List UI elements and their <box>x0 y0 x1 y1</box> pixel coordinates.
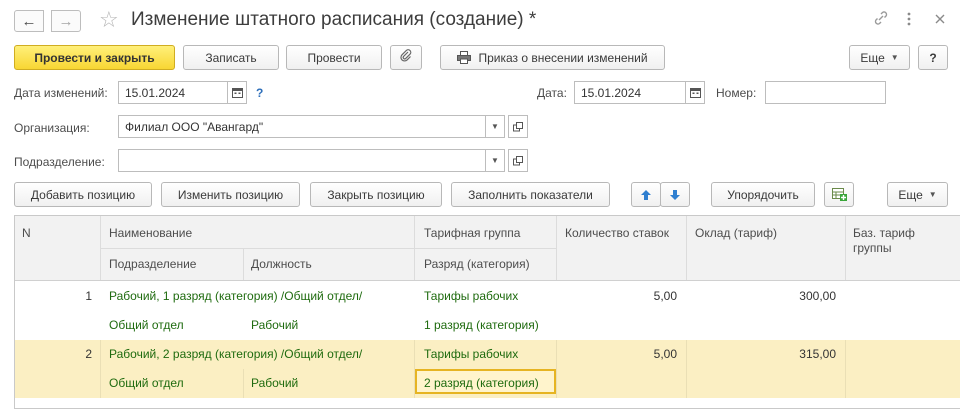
post-and-close-button[interactable]: Провести и закрыть <box>14 45 175 70</box>
save-button[interactable]: Записать <box>183 45 279 70</box>
help-button[interactable]: ? <box>918 45 948 70</box>
dropdown-arrow-icon: ▼ <box>890 53 899 62</box>
row-rate-count: 5,00 <box>653 289 677 303</box>
table-add-icon <box>831 188 847 201</box>
calendar-icon[interactable] <box>227 81 247 104</box>
col-header-position[interactable]: Должность <box>251 257 312 271</box>
row-department: Общий отдел <box>109 318 184 332</box>
row-grade: 1 разряд (категория) <box>424 318 539 332</box>
col-header-department[interactable]: Подразделение <box>109 257 196 271</box>
row-name: Рабочий, 2 разряд (категория) /Общий отд… <box>109 347 363 361</box>
organization-dropdown-icon[interactable]: ▼ <box>485 115 505 138</box>
col-header-rate-count[interactable]: Количество ставок <box>565 226 669 240</box>
table-row[interactable]: 1 Рабочий, 1 разряд (категория) /Общий о… <box>15 281 960 340</box>
date-calendar-icon[interactable] <box>685 81 705 104</box>
sort-button[interactable]: Упорядочить <box>711 182 815 207</box>
post-button[interactable]: Провести <box>286 45 382 70</box>
add-row-button[interactable] <box>824 182 854 207</box>
date-change-input[interactable]: 15.01.2024 <box>118 81 228 104</box>
forward-arrow-icon[interactable]: → <box>51 10 81 32</box>
table-row[interactable]: 2 Рабочий, 2 разряд (категория) /Общий о… <box>15 340 960 398</box>
arrow-down-icon <box>670 189 680 200</box>
change-order-button[interactable]: Приказ о внесении изменений <box>440 45 665 70</box>
organization-input[interactable]: Филиал ООО "Авангард" <box>118 115 486 138</box>
title-bar: ← → ☆ Изменение штатного расписания (соз… <box>0 0 960 42</box>
staff-table[interactable]: N Наименование Подразделение Должность Т… <box>14 215 960 409</box>
department-label: Подразделение: <box>14 155 105 169</box>
organization-label: Организация: <box>14 121 90 135</box>
row-number: 2 <box>85 347 92 361</box>
row-number: 1 <box>85 289 92 303</box>
row-tariff-group: Тарифы рабочих <box>424 289 519 303</box>
date-label: Дата: <box>537 86 567 100</box>
add-position-button[interactable]: Добавить позицию <box>14 182 152 207</box>
close-icon[interactable] <box>934 12 946 29</box>
more-button[interactable]: Еще ▼ <box>849 45 910 70</box>
date-help-icon[interactable]: ? <box>256 86 263 100</box>
row-position: Рабочий <box>251 318 299 332</box>
dropdown-arrow-icon: ▼ <box>928 190 937 199</box>
number-input[interactable] <box>765 81 886 104</box>
col-header-base-tariff-2[interactable]: группы <box>853 241 892 255</box>
col-header-grade[interactable]: Разряд (категория) <box>424 257 530 271</box>
row-name: Рабочий, 1 разряд (категория) /Общий отд… <box>109 289 363 303</box>
row-grade: 2 разряд (категория) <box>424 376 539 390</box>
page-title: Изменение штатного расписания (создание)… <box>131 9 537 30</box>
change-position-button[interactable]: Изменить позицию <box>161 182 300 207</box>
date-change-label: Дата изменений: <box>14 86 108 100</box>
more-vertical-icon[interactable] <box>906 11 912 31</box>
back-arrow-icon[interactable]: ← <box>14 10 44 32</box>
organization-open-icon[interactable] <box>508 115 528 138</box>
department-open-icon[interactable] <box>508 149 528 172</box>
col-header-n[interactable]: N <box>22 226 31 240</box>
col-header-name[interactable]: Наименование <box>109 226 192 240</box>
change-order-label: Приказ о внесении изменений <box>478 50 648 65</box>
department-input[interactable] <box>118 149 486 172</box>
arrow-up-icon <box>641 189 651 200</box>
move-down-button[interactable] <box>660 182 690 207</box>
table-more-button[interactable]: Еще ▼ <box>887 182 948 207</box>
printer-icon <box>457 51 472 64</box>
attachment-button[interactable] <box>390 45 422 70</box>
col-header-base-tariff[interactable]: Баз. тариф <box>853 226 915 240</box>
move-up-button[interactable] <box>631 182 661 207</box>
paperclip-icon <box>399 49 413 66</box>
department-dropdown-icon[interactable]: ▼ <box>485 149 505 172</box>
row-rate-count: 5,00 <box>653 347 677 361</box>
number-label: Номер: <box>716 86 757 100</box>
more-button-label: Еще <box>860 50 885 65</box>
col-header-salary[interactable]: Оклад (тариф) <box>695 226 777 240</box>
row-salary: 315,00 <box>799 347 836 361</box>
table-more-label: Еще <box>898 187 923 202</box>
row-department: Общий отдел <box>109 376 184 390</box>
col-header-tariff-group[interactable]: Тарифная группа <box>424 226 520 240</box>
close-position-button[interactable]: Закрыть позицию <box>310 182 442 207</box>
date-input[interactable]: 15.01.2024 <box>574 81 686 104</box>
row-tariff-group: Тарифы рабочих <box>424 347 519 361</box>
star-icon[interactable]: ☆ <box>99 7 119 33</box>
link-icon[interactable] <box>873 10 889 30</box>
row-salary: 300,00 <box>799 289 836 303</box>
row-position: Рабочий <box>251 376 299 390</box>
fill-indicators-button[interactable]: Заполнить показатели <box>451 182 610 207</box>
